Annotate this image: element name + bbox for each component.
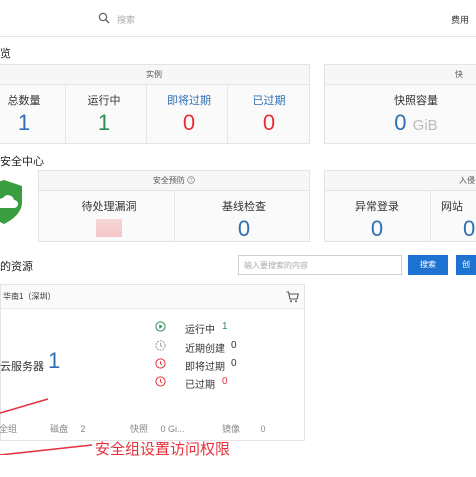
overview-title: 览 (0, 48, 11, 60)
instances-header: 实例 (0, 65, 309, 85)
fee-menu[interactable]: 费用 (451, 13, 469, 26)
status-expiring-value: 0 (231, 358, 237, 369)
footer-snapshot-label: 快照 (130, 424, 149, 434)
region-label: 华南1（深圳） (3, 292, 56, 301)
create-button[interactable]: 创 (456, 255, 476, 275)
stat-running-label: 运行中 (87, 95, 121, 107)
footer-snapshot-value: 0 Gi... (160, 424, 185, 434)
snapshots-header: 快 (325, 65, 476, 85)
status-recently-created-value: 0 (231, 340, 237, 351)
alarm-off-icon (155, 376, 166, 387)
stat-expired-value: 0 (262, 110, 276, 135)
stat-expired-label: 已过期 (252, 95, 286, 107)
intrusion-panel: 入侵 异常登录 0 网站 0 (324, 170, 476, 242)
global-search-input[interactable]: 搜索 (117, 13, 135, 26)
play-circle-icon (155, 321, 166, 332)
status-running-label: 运行中 (185, 325, 215, 336)
abnormal-login-label: 异常登录 (355, 201, 399, 213)
website-check-value: 0 (463, 216, 476, 241)
alarm-icon (155, 358, 166, 369)
search-icon[interactable] (98, 12, 110, 24)
resource-search-button[interactable]: 搜索 (408, 255, 448, 275)
baseline-check-label: 基线检查 (222, 201, 266, 213)
service-label: 云服务器 (0, 361, 44, 373)
snapshot-capacity[interactable]: 快照容量 0 GiB (381, 92, 451, 138)
security-title: 安全中心 (0, 156, 44, 168)
status-expired-label: 已过期 (185, 380, 215, 391)
footer-image[interactable]: 镜像 0 (222, 422, 266, 435)
stat-total-value: 1 (17, 110, 31, 135)
security-warning-title: 安全预防 (152, 176, 185, 185)
svg-text:?: ? (190, 178, 193, 184)
instances-panel: 实例 总数量 1 运行中 1 即将过期 0 已过期 0 (0, 64, 310, 144)
service-count[interactable]: 1 (48, 348, 60, 374)
resource-search-input[interactable] (239, 256, 401, 274)
annotation-arrows (0, 398, 93, 455)
resource-card-header: 华南1（深圳） (1, 285, 304, 309)
security-warning-panel: 安全预防 ? 待处理漏洞 基线检查 0 (38, 170, 310, 242)
pending-vulnerabilities[interactable]: 待处理漏洞 (69, 198, 149, 237)
top-bar: 搜索 费用 (0, 0, 476, 37)
stat-total[interactable]: 总数量 1 (0, 92, 49, 135)
annotation-text: 安全组设置访问权限 (95, 440, 231, 458)
help-icon[interactable]: ? (187, 176, 195, 184)
shield-icon (0, 180, 22, 224)
stat-expired[interactable]: 已过期 0 (244, 92, 294, 135)
pending-vulnerabilities-value (96, 219, 122, 237)
snapshot-capacity-label: 快照容量 (394, 95, 438, 107)
abnormal-login[interactable]: 异常登录 0 (345, 198, 409, 241)
stat-running[interactable]: 运行中 1 (79, 92, 129, 135)
intrusion-header: 入侵 (325, 171, 476, 191)
snapshot-capacity-value: 0 (394, 110, 407, 135)
clock-icon (155, 340, 166, 351)
status-running-value: 1 (222, 321, 228, 332)
status-expired-value: 0 (222, 376, 228, 387)
snapshots-panel: 快 快照容量 0 GiB (324, 64, 476, 144)
abnormal-login-value: 0 (370, 216, 384, 241)
stat-expiring-value: 0 (182, 110, 196, 135)
footer-snapshot[interactable]: 快照 0 Gi... (130, 422, 185, 435)
snapshot-capacity-unit: GiB (412, 117, 438, 134)
baseline-check[interactable]: 基线检查 0 (204, 198, 284, 241)
pending-vulnerabilities-label: 待处理漏洞 (81, 201, 137, 213)
footer-image-label: 镜像 (222, 424, 241, 434)
security-warning-header: 安全预防 ? (39, 171, 309, 191)
cart-icon[interactable] (286, 291, 299, 303)
stat-expiring-label: 即将过期 (167, 95, 211, 107)
stat-expiring[interactable]: 即将过期 0 (159, 92, 219, 135)
baseline-check-value: 0 (237, 216, 251, 241)
stat-running-value: 1 (97, 110, 111, 135)
stat-total-label: 总数量 (7, 95, 41, 107)
footer-image-value: 0 (260, 424, 266, 434)
resource-search-box (238, 255, 402, 275)
status-expiring-label: 即将过期 (185, 362, 225, 373)
status-recently-created-label: 近期创建 (185, 344, 225, 355)
website-check-label: 网站 (441, 201, 463, 213)
resources-title: 的资源 (0, 261, 33, 273)
website-check[interactable]: 网站 0 (441, 198, 476, 241)
